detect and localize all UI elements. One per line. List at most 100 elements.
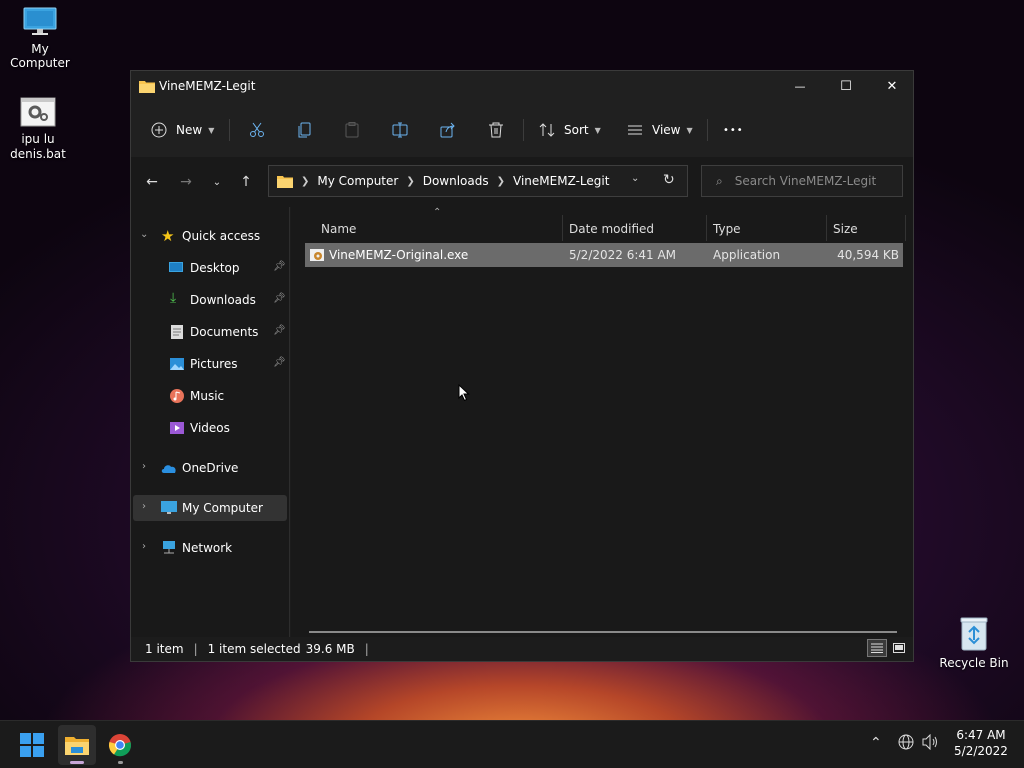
sidebar-item-documents[interactable]: Documents 📌︎ — [131, 319, 289, 345]
status-divider: | — [193, 642, 198, 656]
sidebar-item-label: Documents — [190, 325, 259, 339]
delete-button[interactable] — [488, 115, 504, 145]
pin-icon[interactable]: 📌︎ — [273, 261, 286, 272]
chevron-down-icon: ▼ — [594, 125, 601, 135]
chevron-down-icon: ▼ — [208, 125, 215, 135]
chevron-right-icon: › — [142, 461, 146, 472]
column-header-type[interactable]: Type — [713, 217, 825, 241]
details-view-button[interactable] — [867, 639, 887, 657]
column-divider[interactable] — [562, 215, 563, 241]
breadcrumb-downloads[interactable]: Downloads — [423, 174, 489, 188]
horizontal-scrollbar[interactable] — [309, 631, 897, 633]
copy-button[interactable] — [297, 115, 313, 145]
minimize-button[interactable]: — — [777, 71, 823, 101]
sidebar-item-videos[interactable]: Videos — [131, 415, 289, 441]
rename-button[interactable] — [392, 115, 408, 145]
clock[interactable]: 6:47 AM 5/2/2022 — [950, 727, 1012, 759]
sidebar-item-desktop[interactable]: Desktop 📌︎ — [131, 255, 289, 281]
search-icon: ⌕ — [716, 173, 723, 188]
active-app-indicator — [70, 761, 84, 764]
folder-icon — [65, 737, 89, 755]
search-placeholder: Search VineMEMZ-Legit — [734, 174, 877, 188]
arrow-right-icon: → — [180, 174, 192, 190]
column-divider[interactable] — [706, 215, 707, 241]
address-dropdown-button[interactable]: ⌄ — [631, 173, 639, 184]
sidebar-item-label: Videos — [190, 421, 230, 435]
sidebar-item-onedrive[interactable]: › OneDrive — [131, 455, 289, 481]
sidebar-quick-access[interactable]: ⌄ ★ Quick access — [131, 223, 289, 249]
file-row[interactable]: VineMEMZ-Original.exe 5/2/2022 6:41 AM A… — [305, 243, 903, 267]
chevron-right-icon: › — [142, 541, 146, 552]
scissors-icon — [250, 122, 264, 137]
sidebar-item-network[interactable]: › Network — [131, 535, 289, 561]
sort-icon — [539, 123, 555, 137]
start-button[interactable] — [13, 725, 51, 765]
column-header-size[interactable]: Size — [833, 217, 903, 241]
share-button[interactable] — [440, 115, 456, 145]
forward-button[interactable]: → — [173, 169, 199, 195]
column-header-date[interactable]: Date modified — [569, 217, 707, 241]
sidebar-item-label: OneDrive — [182, 461, 239, 475]
sidebar-item-label: Desktop — [190, 261, 240, 275]
close-button[interactable]: ✕ — [869, 71, 915, 101]
column-divider[interactable] — [905, 215, 906, 241]
tiles-view-icon — [893, 643, 905, 653]
monitor-icon — [23, 7, 57, 35]
column-header-label: Name — [321, 222, 357, 236]
breadcrumb-my-computer[interactable]: My Computer — [317, 174, 398, 188]
sidebar-item-pictures[interactable]: Pictures 📌︎ — [131, 351, 289, 377]
sidebar-item-music[interactable]: Music — [131, 383, 289, 409]
view-button[interactable]: View ▼ — [627, 115, 693, 145]
cut-button[interactable] — [249, 115, 265, 145]
recent-locations-button[interactable]: ⌄ — [204, 169, 230, 195]
trash-icon — [489, 122, 503, 138]
desktop-icon-my-computer[interactable]: My Computer — [0, 6, 80, 70]
new-button[interactable]: New ▼ — [151, 115, 214, 145]
sidebar-item-downloads[interactable]: ⤓ Downloads 📌︎ — [131, 287, 289, 313]
maximize-icon: ☐ — [840, 78, 852, 94]
paste-button[interactable] — [344, 115, 360, 145]
toolbar-divider — [523, 119, 524, 141]
column-header-name[interactable]: Name — [321, 217, 561, 241]
refresh-button[interactable]: ↻ — [663, 172, 675, 188]
maximize-button[interactable]: ☐ — [823, 71, 869, 101]
pin-icon[interactable]: 📌︎ — [273, 357, 286, 368]
up-button[interactable]: ↑ — [233, 169, 259, 195]
taskbar-chrome[interactable] — [101, 725, 139, 765]
title-bar[interactable]: VineMEMZ-Legit — ☐ ✕ — [131, 71, 913, 103]
window-title: VineMEMZ-Legit — [159, 79, 256, 93]
sidebar-item-label: Quick access — [182, 229, 261, 243]
pin-icon[interactable]: 📌︎ — [273, 325, 286, 336]
network-status-icon[interactable] — [898, 734, 914, 753]
selection-count: 1 item selected — [207, 642, 301, 656]
sidebar-item-my-computer[interactable]: › My Computer — [133, 495, 287, 521]
breadcrumb-current-folder[interactable]: VineMEMZ-Legit — [513, 174, 609, 188]
desktop-icon-label: Recycle Bin — [939, 656, 1009, 670]
address-bar[interactable]: ❯ My Computer ❯ Downloads ❯ VineMEMZ-Leg… — [268, 165, 688, 197]
chevron-right-icon: ❯ — [496, 175, 506, 187]
see-more-button[interactable]: ••• — [723, 115, 744, 145]
column-divider[interactable] — [826, 215, 827, 241]
volume-icon[interactable] — [922, 733, 940, 753]
taskbar-file-explorer[interactable] — [58, 725, 96, 765]
show-hidden-icons-button[interactable]: ⌃ — [870, 735, 882, 751]
tiles-view-button[interactable] — [889, 639, 909, 657]
desktop-icon-recycle-bin[interactable]: Recycle Bin — [934, 616, 1014, 670]
chevron-right-icon: ❯ — [406, 175, 415, 187]
back-button[interactable]: ← — [139, 169, 165, 195]
application-icon — [310, 249, 324, 261]
mouse-cursor-icon — [458, 384, 470, 402]
details-view-icon — [871, 643, 883, 653]
desktop-icon-bat-file[interactable]: ipu lu denis.bat — [0, 96, 78, 162]
toolbar-divider — [229, 119, 230, 141]
monitor-icon — [161, 501, 177, 514]
item-count: 1 item — [145, 642, 184, 656]
search-box[interactable]: ⌕ Search VineMEMZ-Legit — [701, 165, 903, 197]
download-icon: ⤓ — [170, 290, 177, 306]
pin-icon[interactable]: 📌︎ — [273, 293, 286, 304]
sort-button[interactable]: Sort ▼ — [539, 115, 601, 145]
navigation-bar: ← → ⌄ ↑ ❯ My Computer ❯ Downloads ❯ Vine… — [131, 157, 913, 207]
chevron-down-icon: ⌄ — [212, 176, 222, 188]
column-header-label: Size — [833, 222, 858, 236]
sidebar-item-label: Downloads — [190, 293, 256, 307]
